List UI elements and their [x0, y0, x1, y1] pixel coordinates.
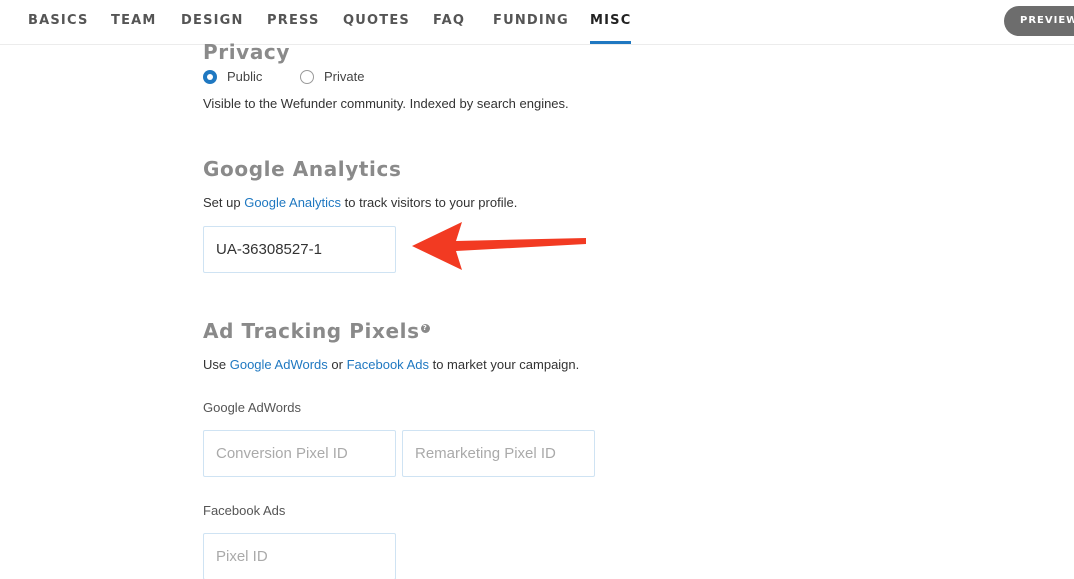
radio-unselected-icon — [300, 69, 314, 84]
annotation-arrow-icon — [412, 222, 586, 270]
ad-desc-prefix: Use — [203, 357, 230, 372]
radio-selected-icon — [203, 69, 217, 84]
ad-desc-suffix: to market your campaign. — [428, 357, 580, 372]
ga-desc-prefix: Set up — [203, 195, 245, 210]
ad-desc-middle: or — [327, 357, 347, 372]
google-analytics-input[interactable] — [203, 226, 396, 273]
facebook-ads-label: Facebook Ads — [203, 503, 286, 518]
ad-tracking-description: Use Google AdWords or Facebook Ads to ma… — [203, 357, 579, 372]
preview-button[interactable]: PREVIEW — [1004, 6, 1074, 36]
privacy-public-label: Public — [227, 69, 263, 84]
help-icon[interactable]: ? — [420, 324, 430, 334]
ad-tracking-heading: Ad Tracking Pixels? — [203, 319, 430, 343]
google-adwords-link[interactable]: Google AdWords — [230, 357, 328, 372]
google-analytics-link[interactable]: Google Analytics — [244, 195, 341, 210]
tab-team[interactable]: TEAM — [111, 13, 157, 44]
privacy-private-label: Private — [324, 69, 365, 84]
ad-tracking-title: Ad Tracking Pixels — [203, 319, 420, 343]
privacy-private-radio[interactable]: Private — [300, 69, 364, 84]
page: BASICS TEAM DESIGN PRESS QUOTES FAQ FUND… — [0, 0, 1074, 579]
tab-quotes[interactable]: QUOTES — [343, 13, 410, 44]
tab-faq[interactable]: FAQ — [433, 13, 465, 44]
ga-desc-suffix: to track visitors to your profile. — [341, 195, 518, 210]
remarketing-pixel-input[interactable] — [402, 430, 595, 477]
privacy-public-radio[interactable]: Public — [203, 69, 262, 84]
tab-misc[interactable]: MISC — [590, 13, 632, 44]
privacy-heading: Privacy — [203, 40, 291, 64]
google-analytics-heading: Google Analytics — [203, 157, 402, 181]
google-analytics-description: Set up Google Analytics to track visitor… — [203, 195, 517, 210]
facebook-ads-link[interactable]: Facebook Ads — [347, 357, 429, 372]
tab-funding[interactable]: FUNDING — [493, 13, 569, 44]
facebook-pixel-input[interactable] — [203, 533, 396, 579]
tab-basics[interactable]: BASICS — [28, 13, 89, 44]
privacy-description: Visible to the Wefunder community. Index… — [203, 96, 569, 111]
conversion-pixel-input[interactable] — [203, 430, 396, 477]
google-adwords-label: Google AdWords — [203, 400, 302, 415]
top-nav: BASICS TEAM DESIGN PRESS QUOTES FAQ FUND… — [0, 0, 1074, 45]
